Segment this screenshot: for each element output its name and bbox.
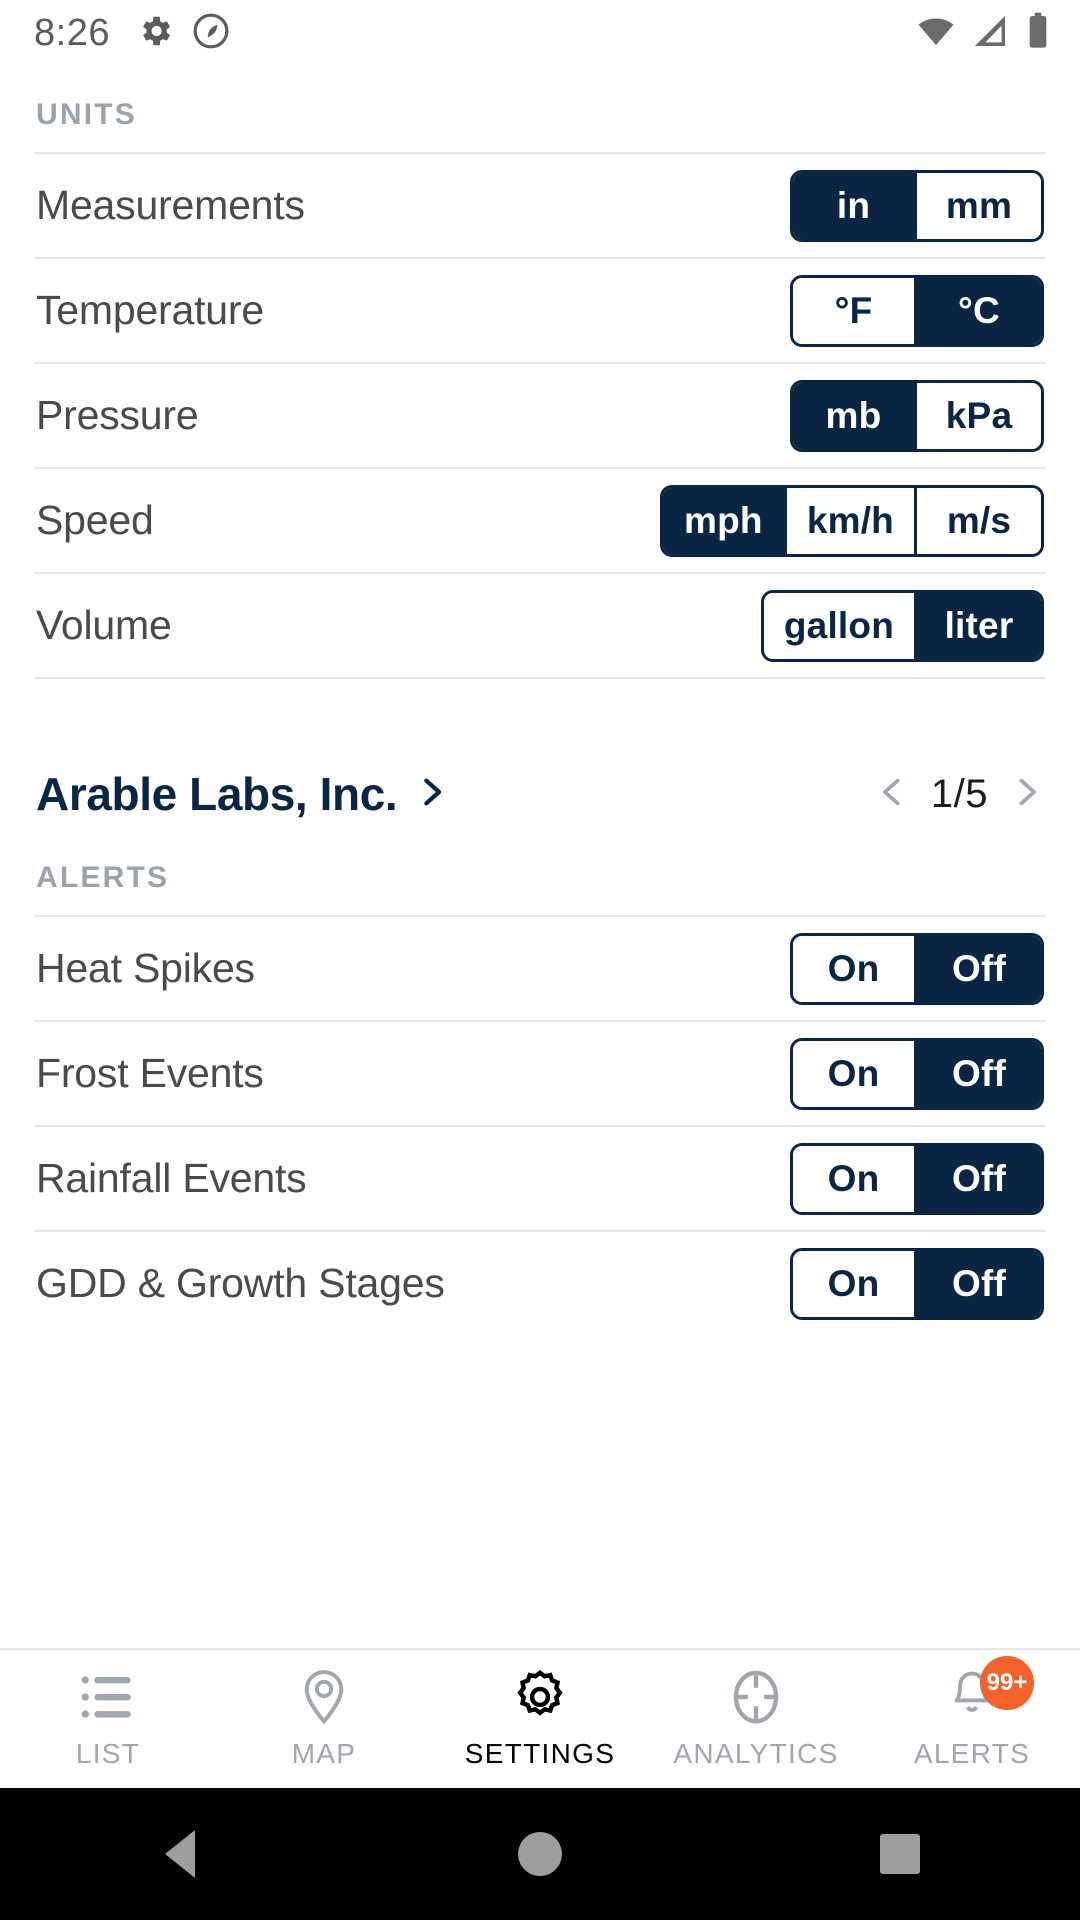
settings-row-frost-events: Frost Events On Off <box>34 1022 1046 1125</box>
cellular-signal-icon <box>970 11 1010 56</box>
chevron-right-icon <box>415 772 449 817</box>
heat-spikes-option-on[interactable]: On <box>793 935 917 1002</box>
recents-square-icon[interactable] <box>840 1794 960 1914</box>
arable-logo-icon <box>192 12 230 55</box>
temperature-toggle[interactable]: °F °C <box>790 274 1044 347</box>
back-triangle-icon[interactable] <box>120 1794 240 1914</box>
row-label: Measurements <box>36 182 305 228</box>
row-label: Frost Events <box>36 1050 264 1096</box>
measurements-option-mm[interactable]: mm <box>917 172 1041 239</box>
rainfall-events-option-off[interactable]: Off <box>917 1145 1041 1212</box>
alerts-section-header: ALERTS <box>36 861 170 894</box>
battery-icon <box>1024 11 1052 56</box>
app-screen: 8:26 UNITS Measurements in mm Temperatur… <box>0 0 1080 1920</box>
settings-row-pressure: Pressure mb kPa <box>34 364 1046 467</box>
status-notification-icons <box>136 12 230 55</box>
rainfall-events-option-on[interactable]: On <box>793 1145 917 1212</box>
row-label: Rainfall Events <box>36 1155 307 1201</box>
organization-pager: 1/5 <box>875 771 1044 818</box>
settings-row-heat-spikes: Heat Spikes On Off <box>34 917 1046 1020</box>
target-icon <box>727 1666 785 1728</box>
home-circle-icon[interactable] <box>480 1794 600 1914</box>
status-system-icons <box>916 11 1052 56</box>
organization-name: Arable Labs, Inc. <box>36 768 398 820</box>
settings-content: UNITS Measurements in mm Temperature °F … <box>0 66 1080 1648</box>
volume-toggle[interactable]: gallon liter <box>760 589 1044 662</box>
temperature-option-celsius[interactable]: °C <box>917 277 1041 344</box>
frost-events-option-off[interactable]: Off <box>917 1040 1041 1107</box>
units-rows: Measurements in mm Temperature °F °C Pre… <box>34 152 1046 679</box>
alerts-rows: Heat Spikes On Off Frost Events On Off R… <box>34 915 1046 1335</box>
row-label: Heat Spikes <box>36 945 255 991</box>
nav-tab-label: ANALYTICS <box>673 1738 839 1769</box>
row-label: Speed <box>36 497 154 543</box>
pressure-option-mb[interactable]: mb <box>793 382 917 449</box>
android-system-nav <box>0 1788 1080 1920</box>
map-pin-icon <box>298 1666 350 1728</box>
nav-tab-label: SETTINGS <box>464 1738 616 1769</box>
alerts-badge: 99+ <box>980 1656 1034 1710</box>
row-label: Pressure <box>36 392 199 438</box>
nav-tab-settings[interactable]: SETTINGS <box>432 1666 648 1770</box>
row-label: GDD & Growth Stages <box>36 1260 445 1306</box>
nav-tab-alerts[interactable]: 99+ ALERTS <box>864 1656 1080 1770</box>
wifi-icon <box>916 11 956 56</box>
nav-tab-label: ALERTS <box>913 1738 1031 1769</box>
status-bar: 8:26 <box>0 0 1080 66</box>
units-section-header: UNITS <box>36 98 137 131</box>
row-label: Temperature <box>36 287 264 333</box>
status-time: 8:26 <box>34 11 110 54</box>
speed-toggle[interactable]: mph km/h m/s <box>659 484 1044 557</box>
settings-row-rainfall-events: Rainfall Events On Off <box>34 1127 1046 1230</box>
rainfall-events-toggle[interactable]: On Off <box>790 1142 1044 1215</box>
nav-tab-map[interactable]: MAP <box>216 1666 432 1770</box>
organization-selector[interactable]: Arable Labs, Inc. <box>36 767 449 821</box>
gear-icon <box>136 12 174 55</box>
bottom-navigation-bar: LIST MAP SETTINGS ANALYTICS 99+ ALERTS <box>0 1648 1080 1788</box>
speed-option-mph[interactable]: mph <box>662 487 787 554</box>
nav-tab-label: MAP <box>291 1738 357 1769</box>
volume-option-gallon[interactable]: gallon <box>763 592 917 659</box>
frost-events-toggle[interactable]: On Off <box>790 1037 1044 1110</box>
nav-tab-analytics[interactable]: ANALYTICS <box>648 1666 864 1770</box>
measurements-toggle[interactable]: in mm <box>790 169 1044 242</box>
pressure-option-kpa[interactable]: kPa <box>917 382 1041 449</box>
frost-events-option-on[interactable]: On <box>793 1040 917 1107</box>
pager-label: 1/5 <box>930 771 988 816</box>
settings-row-temperature: Temperature °F °C <box>34 259 1046 362</box>
gdd-growth-stages-option-off[interactable]: Off <box>917 1250 1041 1317</box>
nav-tab-list[interactable]: LIST <box>0 1666 216 1770</box>
gdd-growth-stages-option-on[interactable]: On <box>793 1250 917 1317</box>
volume-option-liter[interactable]: liter <box>917 592 1041 659</box>
temperature-option-fahrenheit[interactable]: °F <box>793 277 917 344</box>
settings-row-measurements: Measurements in mm <box>34 154 1046 257</box>
measurements-option-in[interactable]: in <box>793 172 917 239</box>
settings-row-speed: Speed mph km/h m/s <box>34 469 1046 572</box>
gdd-growth-stages-toggle[interactable]: On Off <box>790 1247 1044 1320</box>
gear-icon <box>512 1666 568 1728</box>
nav-tab-label: LIST <box>75 1738 141 1769</box>
heat-spikes-toggle[interactable]: On Off <box>790 932 1044 1005</box>
speed-option-ms[interactable]: m/s <box>917 487 1041 554</box>
pressure-toggle[interactable]: mb kPa <box>790 379 1044 452</box>
settings-row-volume: Volume gallon liter <box>34 574 1046 677</box>
list-icon <box>79 1666 137 1728</box>
settings-row-gdd-growth-stages: GDD & Growth Stages On Off <box>34 1232 1046 1335</box>
heat-spikes-option-off[interactable]: Off <box>917 935 1041 1002</box>
bell-icon: 99+ <box>946 1656 1034 1728</box>
pager-prev-button[interactable] <box>875 771 909 818</box>
organization-block: Arable Labs, Inc. 1/5 <box>34 679 1046 829</box>
row-label: Volume <box>36 602 172 648</box>
organization-row: Arable Labs, Inc. 1/5 <box>34 759 1046 829</box>
speed-option-kmh[interactable]: km/h <box>786 487 917 554</box>
pager-next-button[interactable] <box>1010 771 1044 818</box>
